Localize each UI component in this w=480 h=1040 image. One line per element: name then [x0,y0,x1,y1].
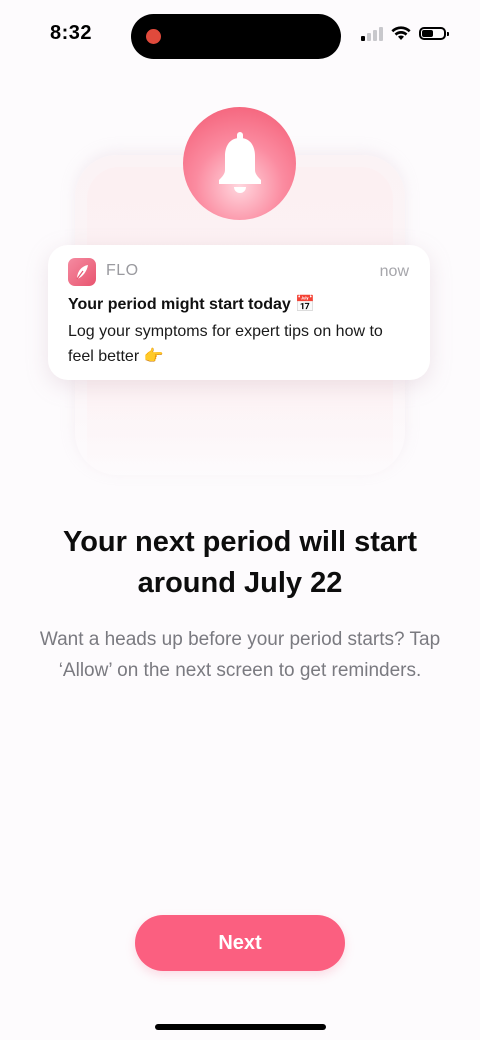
wifi-icon [391,25,411,41]
status-icons [361,25,449,41]
battery-icon [419,26,449,40]
bell-badge [183,107,296,220]
page-title: Your next period will start around July … [63,526,417,599]
notification-body: Log your symptoms for expert tips on how… [68,323,383,365]
cellular-signal-icon [361,25,383,41]
notification-time: now [379,263,409,280]
notification-title: Your period might start today 📅 [68,296,316,313]
page-subtitle: Want a heads up before your period start… [39,629,441,681]
status-time: 8:32 [50,22,93,44]
next-button[interactable]: Next [135,915,345,971]
dynamic-island [131,14,341,59]
onboarding-screen: 8:32 FLO now Your period might start tod… [0,0,480,1040]
home-indicator[interactable] [155,1024,326,1030]
bell-icon [218,131,261,193]
notification-card: FLO now Your period might start today 📅 … [48,245,430,380]
flo-feather-icon [68,258,96,286]
recording-indicator [146,29,161,44]
notification-app-name: FLO [106,262,139,279]
